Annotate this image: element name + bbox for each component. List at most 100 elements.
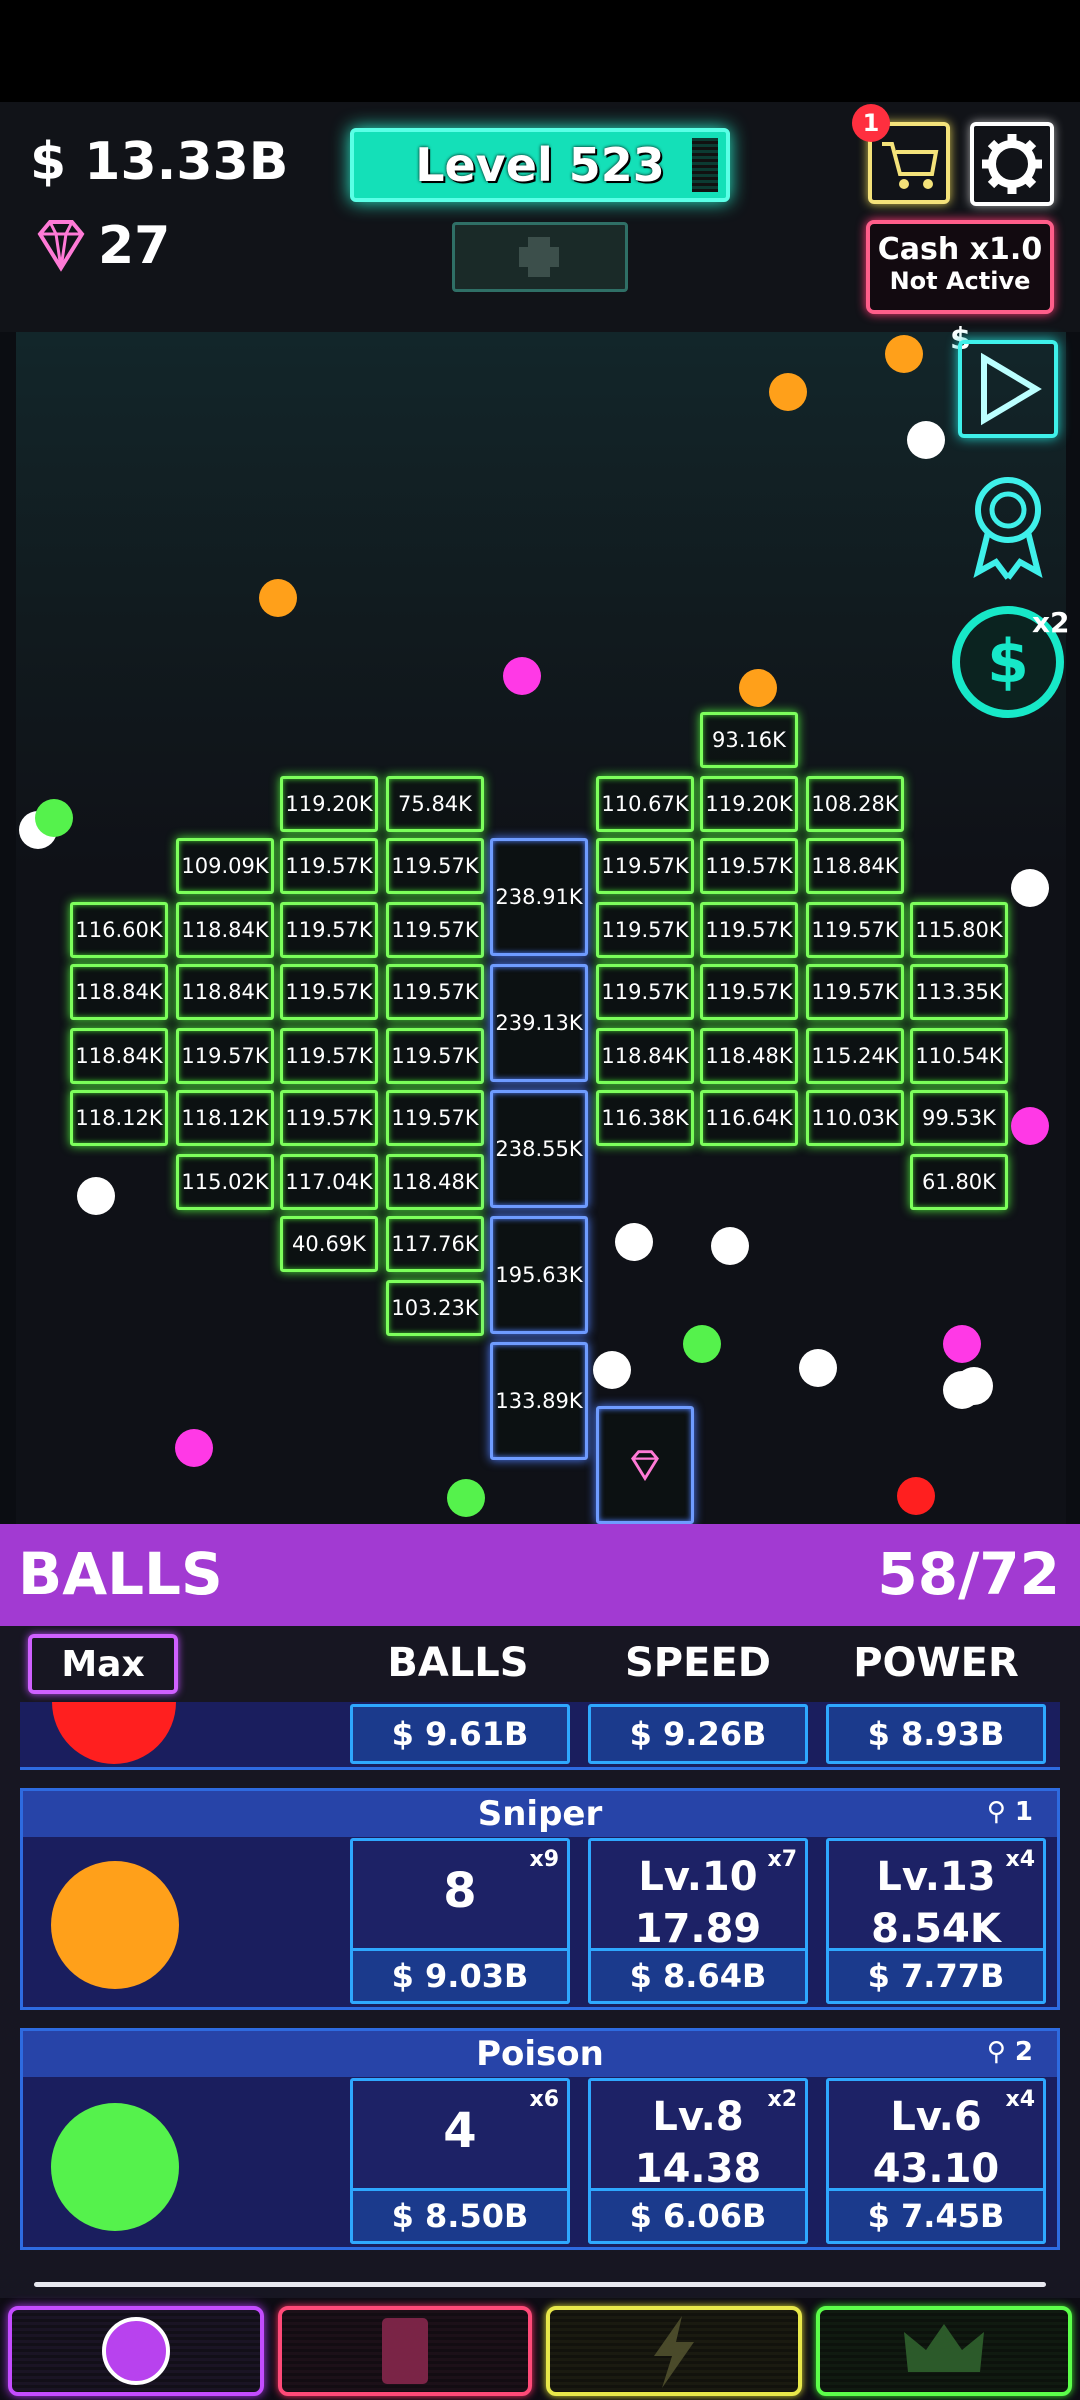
red-balls-price-button[interactable]: $ 9.61B xyxy=(350,1704,570,1764)
game-ball xyxy=(683,1325,721,1363)
achievements-button[interactable] xyxy=(958,468,1058,586)
sniper-trophy: ⚲ 1 xyxy=(986,1797,1033,1827)
brick: 119.57K xyxy=(386,964,484,1020)
sniper-trophy-count: 1 xyxy=(1014,1797,1033,1827)
game-ball xyxy=(943,1325,981,1363)
tab-balls[interactable] xyxy=(8,2306,264,2396)
game-ball xyxy=(615,1223,653,1261)
brick: 103.23K xyxy=(386,1280,484,1336)
brick: 119.57K xyxy=(700,902,798,958)
red-power-price-button[interactable]: $ 8.93B xyxy=(826,1704,1046,1764)
cash-boost-multiplier: x2 xyxy=(1032,606,1070,639)
brick: 119.57K xyxy=(386,1028,484,1084)
settings-button[interactable] xyxy=(970,122,1054,206)
brick: 119.57K xyxy=(386,838,484,894)
brick: 118.12K xyxy=(176,1090,274,1146)
sniper-power-price[interactable]: $ 7.77B xyxy=(826,1948,1046,2004)
level-progress-stripes xyxy=(692,138,718,192)
brick: 117.04K xyxy=(280,1154,378,1210)
level-bar[interactable]: Level 523 xyxy=(350,128,730,202)
brick: 117.76K xyxy=(386,1216,484,1272)
brick: 119.57K xyxy=(386,1090,484,1146)
column-header-balls: BALLS xyxy=(387,1640,529,1686)
brick: 119.20K xyxy=(700,776,798,832)
brick: 116.64K xyxy=(700,1090,798,1146)
game-ball xyxy=(897,1477,935,1515)
big-brick: 239.13K xyxy=(490,964,588,1082)
balls-section-header: BALLS 58/72 xyxy=(0,1524,1080,1626)
game-ball xyxy=(503,657,541,695)
cash-title: Cash x1.0 xyxy=(877,232,1043,267)
tab-skills[interactable] xyxy=(546,2306,802,2396)
game-ball xyxy=(907,421,945,459)
poison-title-bar: Poison xyxy=(23,2031,1057,2077)
brick: 116.60K xyxy=(70,902,168,958)
brick: 40.69K xyxy=(280,1216,378,1272)
ball-icon xyxy=(102,2317,170,2385)
ribbon-award-icon xyxy=(973,477,1043,580)
game-ball xyxy=(739,669,777,707)
big-brick: 195.63K xyxy=(490,1216,588,1334)
sniper-balls-price[interactable]: $ 9.03B xyxy=(350,1948,570,2004)
red-speed-price-button[interactable]: $ 9.26B xyxy=(588,1704,808,1764)
poison-power-price[interactable]: $ 7.45B xyxy=(826,2188,1046,2244)
brick: 119.57K xyxy=(806,902,904,958)
poison-speed-mult: x2 xyxy=(767,2087,798,2112)
game-ball xyxy=(1011,869,1049,907)
max-button[interactable]: Max xyxy=(28,1634,178,1694)
poison-balls-mult: x6 xyxy=(529,2087,560,2112)
game-ball xyxy=(885,335,923,373)
poison-speed-price[interactable]: $ 6.06B xyxy=(588,2188,808,2244)
gem-icon xyxy=(631,1450,659,1482)
game-ball xyxy=(711,1227,749,1265)
poison-balls-price[interactable]: $ 8.50B xyxy=(350,2188,570,2244)
cash-multiplier-box[interactable]: Cash x1.0 Not Active xyxy=(866,220,1054,314)
brick: 115.80K xyxy=(910,902,1008,958)
plus-icon xyxy=(519,237,559,277)
brick: 119.57K xyxy=(700,838,798,894)
column-header-speed: SPEED xyxy=(625,1640,771,1686)
game-ball xyxy=(769,373,807,411)
brick: 99.53K xyxy=(910,1090,1008,1146)
brick: 118.12K xyxy=(70,1090,168,1146)
poison-name: Poison xyxy=(476,2034,604,2074)
sniper-speed-price[interactable]: $ 8.64B xyxy=(588,1948,808,2004)
gem-brick xyxy=(596,1406,694,1524)
watch-video-button[interactable] xyxy=(958,340,1058,438)
brick: 119.57K xyxy=(700,964,798,1020)
column-header-power: POWER xyxy=(853,1640,1019,1686)
sniper-ball-icon xyxy=(51,1861,179,1989)
big-brick: 238.55K xyxy=(490,1090,588,1208)
brick: 119.57K xyxy=(596,838,694,894)
brick: 113.35K xyxy=(910,964,1008,1020)
tab-prestige[interactable] xyxy=(816,2306,1072,2396)
brick: 109.09K xyxy=(176,838,274,894)
sniper-balls-mult: x9 xyxy=(529,1847,560,1872)
brick: 118.84K xyxy=(596,1028,694,1084)
brick: 119.57K xyxy=(596,902,694,958)
status-bar xyxy=(0,0,1080,102)
gear-icon xyxy=(982,134,1042,194)
tab-cards[interactable] xyxy=(278,2306,532,2396)
brick: 118.48K xyxy=(386,1154,484,1210)
balls-section-title: BALLS xyxy=(18,1540,223,1608)
big-brick: 238.91K xyxy=(490,838,588,956)
brick: 118.84K xyxy=(70,1028,168,1084)
game-ball xyxy=(259,579,297,617)
brick: 118.84K xyxy=(806,838,904,894)
sniper-power-mult: x4 xyxy=(1005,1847,1036,1872)
brick: 110.67K xyxy=(596,776,694,832)
level-label: Level 523 xyxy=(415,138,665,192)
brick: 115.02K xyxy=(176,1154,274,1210)
sniper-speed-mult: x7 xyxy=(767,1847,798,1872)
brick: 119.57K xyxy=(280,1090,378,1146)
game-ball xyxy=(447,1479,485,1517)
brick: 118.48K xyxy=(700,1028,798,1084)
brick: 119.20K xyxy=(280,776,378,832)
brick: 115.24K xyxy=(806,1028,904,1084)
brick: 119.57K xyxy=(176,1028,274,1084)
brick: 61.80K xyxy=(910,1154,1008,1210)
add-level-button[interactable] xyxy=(452,222,628,292)
brick: 75.84K xyxy=(386,776,484,832)
brick: 116.38K xyxy=(596,1090,694,1146)
